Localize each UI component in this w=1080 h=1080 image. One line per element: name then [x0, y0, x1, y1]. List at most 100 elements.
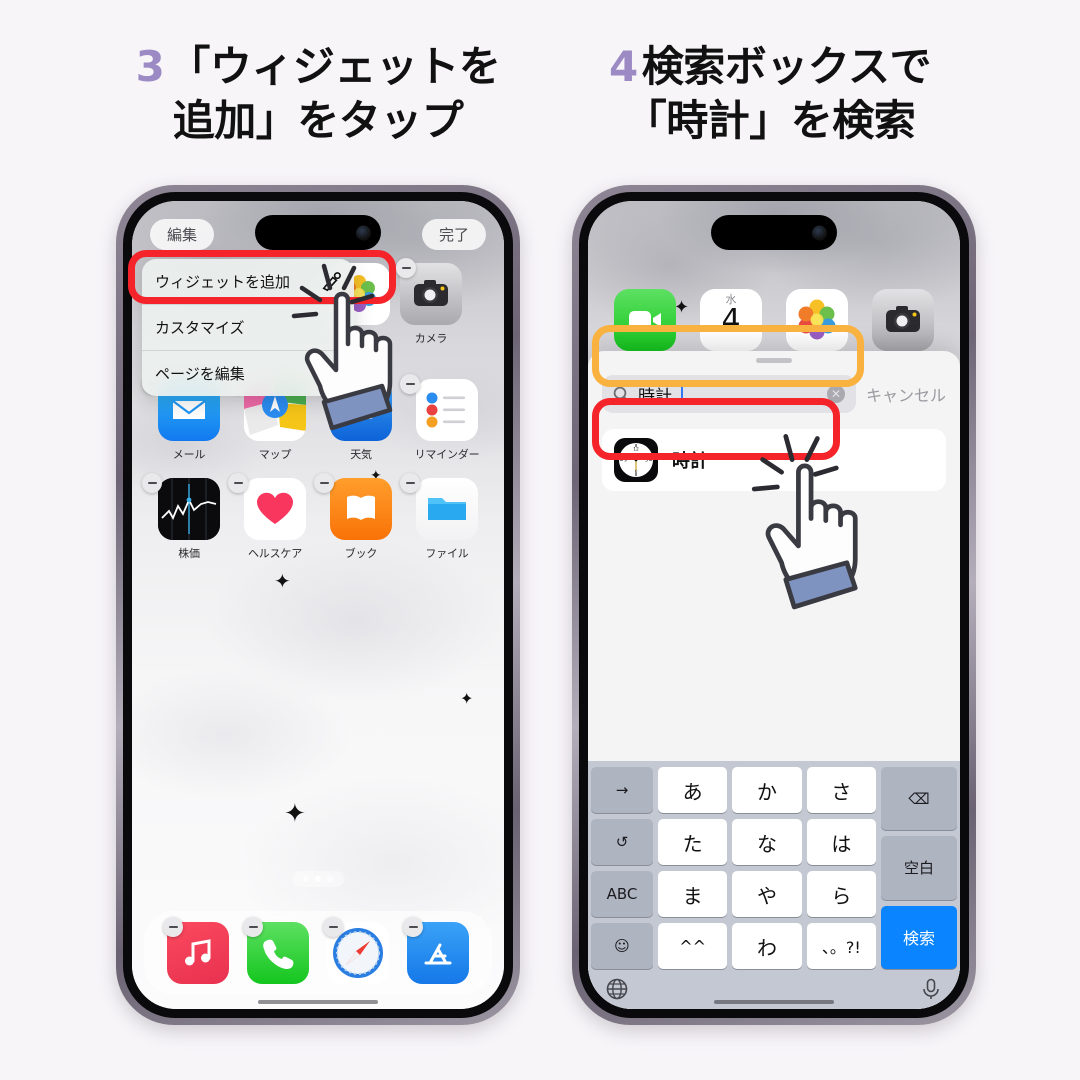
key-wa[interactable]: わ	[732, 923, 802, 969]
key-ma[interactable]: ま	[658, 871, 728, 917]
key-undo[interactable]: ↺	[591, 819, 653, 865]
dock-app-music[interactable]	[163, 917, 229, 984]
menu-item-label: カスタマイズ	[155, 319, 245, 337]
page-dots[interactable]	[292, 871, 344, 887]
dock	[144, 911, 492, 995]
files-icon	[416, 478, 478, 540]
page-dot-active[interactable]	[315, 876, 321, 882]
app-books[interactable]: ブック	[314, 473, 404, 561]
tap-hand-cursor	[291, 263, 393, 431]
done-button[interactable]: 完了	[421, 219, 486, 250]
books-icon	[330, 478, 392, 540]
step-4-line2: 「時計」を検索	[624, 95, 916, 145]
key-abc[interactable]: ABC	[591, 871, 653, 917]
svg-text:3: 3	[645, 458, 648, 464]
step-4-line1: 検索ボックスで	[641, 42, 932, 91]
edit-button[interactable]: 編集	[150, 219, 215, 250]
key-next-candidate[interactable]: →	[591, 767, 653, 813]
menu-item-label: ウィジェットを追加	[155, 273, 291, 291]
keyboard-kana-grid: あ か さ た な は ま や ら ^^ わ 、。?!	[658, 767, 876, 969]
dock-app-appstore[interactable]	[403, 917, 469, 984]
remove-badge-icon[interactable]	[400, 473, 420, 493]
keyboard-left-column: → ↺ ABC ☺	[591, 767, 653, 969]
remove-badge-icon[interactable]	[142, 473, 162, 493]
facetime-icon	[614, 289, 676, 351]
dynamic-island	[711, 215, 837, 250]
remove-badge-icon[interactable]	[323, 917, 343, 937]
app-health[interactable]: ヘルスケア	[228, 473, 318, 561]
page-dot[interactable]	[303, 876, 309, 882]
search-input[interactable]: 時計 ✕	[602, 375, 856, 413]
page-dot[interactable]	[327, 876, 333, 882]
sparkle-icon: ✦	[274, 569, 291, 593]
key-space[interactable]: 空白	[881, 836, 957, 900]
keyboard-main-area: → ↺ ABC ☺ あ か さ た な は ま や ら ^^ わ 、。?! ⌫ …	[591, 767, 957, 969]
mic-icon[interactable]	[919, 977, 943, 1001]
cancel-button[interactable]: キャンセル	[866, 382, 946, 406]
remove-badge-icon[interactable]	[403, 917, 423, 937]
app-label: ヘルスケア	[248, 547, 302, 560]
home-indicator	[714, 1000, 834, 1004]
app-label: 株価	[178, 547, 200, 560]
svg-text:12: 12	[633, 447, 639, 453]
clock-icon: 12 3 6 9	[614, 438, 658, 482]
remove-badge-icon[interactable]	[163, 917, 183, 937]
globe-icon[interactable]	[605, 977, 629, 1001]
tutorial-page: 3「ウィジェットを 追加」をタップ 4検索ボックスで 「時計」を検索 ✦ ✦ ✦…	[0, 0, 1080, 1080]
app-camera[interactable]	[860, 289, 946, 351]
step-3-number: 3	[135, 42, 165, 91]
health-icon	[244, 478, 306, 540]
key-a[interactable]: あ	[658, 767, 728, 813]
keyboard-row: た な は	[658, 819, 876, 865]
key-ka[interactable]: か	[732, 767, 802, 813]
dynamic-island	[255, 215, 381, 250]
key-ha[interactable]: は	[806, 819, 876, 865]
home-indicator	[258, 1000, 378, 1004]
step-3-line2: 追加」をタップ	[172, 95, 464, 145]
app-stocks[interactable]: 株価	[142, 473, 232, 561]
calendar-day: 4	[721, 303, 741, 338]
dock-app-phone[interactable]	[243, 917, 309, 984]
key-backspace[interactable]: ⌫	[881, 767, 957, 831]
tap-hand-cursor	[751, 434, 858, 610]
remove-badge-icon[interactable]	[228, 473, 248, 493]
front-camera-lens	[812, 225, 827, 240]
app-photos[interactable]	[774, 289, 860, 351]
step-3-line1: 「ウィジェットを	[168, 42, 501, 91]
search-icon	[613, 386, 630, 402]
remove-badge-icon[interactable]	[243, 917, 263, 937]
menu-item-label: ページを編集	[155, 365, 245, 383]
app-label: メール	[172, 448, 206, 461]
key-kaomoji[interactable]: ^^	[658, 923, 728, 969]
japanese-keyboard: → ↺ ABC ☺ あ か さ た な は ま や ら ^^ わ 、。?! ⌫ …	[588, 761, 960, 1009]
keyboard-row: ま や ら	[658, 871, 876, 917]
keyboard-right-column: ⌫ 空白 検索	[881, 767, 957, 969]
key-search[interactable]: 検索	[881, 905, 957, 969]
stocks-icon	[158, 478, 220, 540]
app-label: ブック	[344, 547, 378, 560]
search-value: 時計	[638, 386, 672, 407]
clear-icon[interactable]: ✕	[826, 385, 845, 403]
key-na[interactable]: な	[732, 819, 802, 865]
step-3-heading: 3「ウィジェットを 追加」をタップ	[88, 40, 548, 148]
key-sa[interactable]: さ	[806, 767, 876, 813]
search-row: 時計 ✕ キャンセル	[588, 363, 960, 419]
app-label: リマインダー	[414, 448, 480, 461]
key-ta[interactable]: た	[658, 819, 728, 865]
camera-icon	[872, 289, 934, 351]
background-app-row: 水 4	[602, 289, 946, 351]
app-label: マップ	[258, 448, 292, 461]
app-label: ファイル	[425, 547, 469, 560]
key-punctuation[interactable]: 、。?!	[806, 923, 876, 969]
app-calendar[interactable]: 水 4	[688, 289, 774, 351]
app-facetime[interactable]	[602, 289, 688, 351]
app-files[interactable]: ファイル	[400, 473, 490, 561]
dock-app-safari[interactable]	[323, 917, 389, 984]
step-4-number: 4	[609, 42, 638, 91]
result-label: 時計	[672, 451, 708, 472]
remove-badge-icon[interactable]	[314, 473, 334, 493]
app-label: 天気	[350, 448, 372, 461]
key-ra[interactable]: ら	[806, 871, 876, 917]
key-ya[interactable]: や	[732, 871, 802, 917]
key-emoji[interactable]: ☺	[591, 923, 653, 969]
